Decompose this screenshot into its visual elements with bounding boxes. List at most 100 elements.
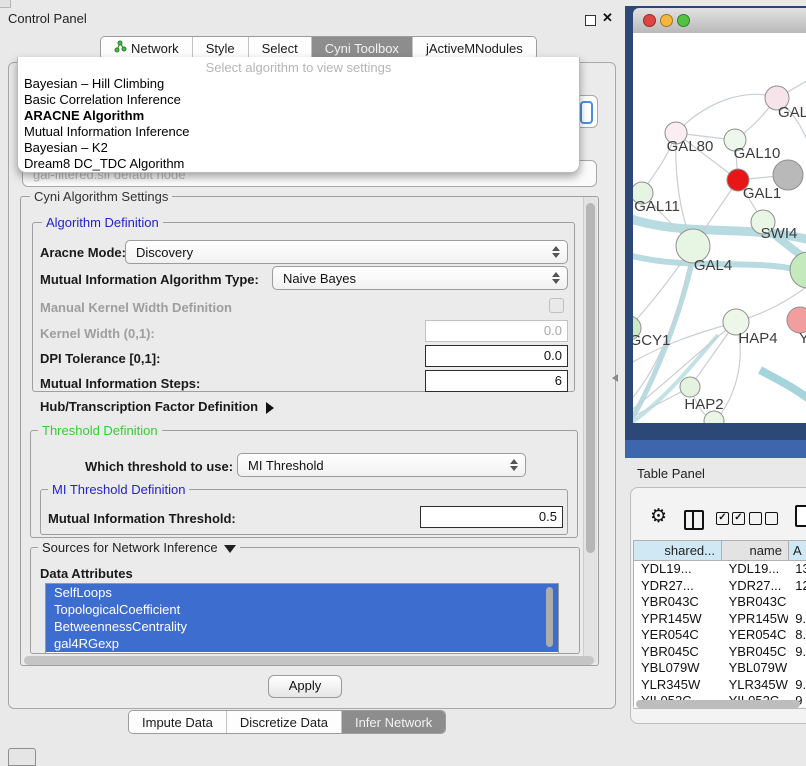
tab-label: Select — [262, 41, 298, 56]
tab-label: Cyni Toolbox — [325, 41, 399, 56]
table-row[interactable]: YPR145WYPR145W9. — [634, 611, 806, 628]
dropdown-item[interactable]: Bayesian – K2 — [18, 140, 579, 156]
tab-infer-network[interactable]: Infer Network — [342, 711, 445, 733]
network-node[interactable] — [790, 252, 806, 288]
column-header[interactable]: name — [721, 540, 788, 561]
settings-horizontal-scrollbar[interactable] — [24, 656, 594, 665]
table-row[interactable]: YER054CYER054C8. — [634, 627, 806, 644]
network-window-titlebar[interactable] — [633, 8, 806, 34]
inference-algorithm-combo-edge[interactable] — [577, 95, 598, 128]
close-icon[interactable]: ✕ — [602, 10, 613, 26]
table-row[interactable]: YDR27...YDR27...12 — [634, 578, 806, 595]
scrollbar-thumb[interactable] — [586, 203, 595, 553]
table-horizontal-scrollbar[interactable] — [636, 700, 800, 708]
node-table: shared...nameA YDL19...YDL19...13YDR27..… — [633, 540, 806, 707]
hub-definition-toggle[interactable]: Hub/Transcription Factor Definition — [40, 399, 274, 414]
table-header: shared...nameA — [633, 540, 806, 561]
bottom-left-widget[interactable] — [8, 748, 36, 766]
table-cell: YLR345W — [722, 677, 789, 694]
dropdown-item[interactable]: Dream8 DC_TDC Algorithm — [18, 156, 579, 172]
table-cell: YBL079W — [722, 660, 789, 677]
deselect-columns-icon[interactable] — [749, 512, 778, 525]
dropdown-placeholder: Select algorithm to view settings — [18, 59, 579, 76]
zoom-traffic-light-icon[interactable] — [677, 14, 690, 27]
table-cell: YER054C — [722, 627, 789, 644]
tab-style[interactable]: Style — [193, 37, 249, 59]
close-traffic-light-icon[interactable] — [643, 14, 656, 27]
focus-ring — [580, 101, 593, 124]
node-label: GAL4 — [694, 257, 732, 274]
table-cell — [788, 660, 806, 677]
table-cell: YDR27... — [722, 578, 789, 595]
split-columns-icon[interactable] — [684, 510, 704, 530]
tab-label: Impute Data — [142, 715, 213, 730]
control-panel-title: Control Panel — [8, 11, 87, 26]
tab-jactivemnodules[interactable]: jActiveMNodules — [413, 37, 536, 59]
dropdown-item[interactable]: Mutual Information Inference — [18, 124, 579, 140]
attributes-list-scrollbar[interactable] — [546, 587, 553, 647]
which-threshold-combo[interactable]: MI Threshold — [237, 453, 526, 477]
table-row[interactable]: YLR345WYLR345W9. — [634, 677, 806, 694]
node-label: GAL10 — [734, 145, 781, 162]
float-window-icon[interactable] — [585, 15, 596, 26]
attribute-item[interactable]: gal4RGexp — [46, 635, 558, 652]
table-cell: 9. — [788, 644, 806, 661]
table-cell: 12 — [788, 578, 806, 595]
tab-cyni-toolbox[interactable]: Cyni Toolbox — [312, 37, 413, 59]
node-label: GAL — [778, 104, 806, 121]
table-row[interactable]: YDL19...YDL19...13 — [634, 561, 806, 578]
mi-steps-label: Mutual Information Steps: — [40, 376, 200, 391]
attribute-item[interactable]: SelfLoops — [46, 584, 558, 601]
network-icon — [114, 40, 127, 56]
mi-threshold-field[interactable]: 0.5 — [420, 506, 563, 528]
table-row[interactable]: YBL079WYBL079W — [634, 660, 806, 677]
node-label: HAP4 — [738, 330, 777, 347]
data-attributes-list[interactable]: SelfLoopsTopologicalCoefficientBetweenne… — [45, 583, 559, 654]
table-row[interactable]: YBR043CYBR043C — [634, 594, 806, 611]
minimize-traffic-light-icon[interactable] — [660, 14, 673, 27]
mi-threshold-title: MI Threshold Definition — [48, 482, 189, 497]
column-header[interactable]: shared... — [633, 540, 721, 561]
tab-discretize-data[interactable]: Discretize Data — [227, 711, 342, 733]
dropdown-item[interactable]: Basic Correlation Inference — [18, 92, 579, 108]
aracne-mode-label: Aracne Mode: — [40, 245, 126, 260]
network-window-bottom-frame — [625, 440, 806, 458]
dropdown-item[interactable]: ARACNE Algorithm — [18, 108, 579, 124]
tab-impute-data[interactable]: Impute Data — [129, 711, 227, 733]
table-row[interactable]: YBR045CYBR045C9. — [634, 644, 806, 661]
select-columns-icon[interactable]: ✓✓ — [716, 512, 745, 525]
apply-button[interactable]: Apply — [268, 675, 342, 698]
network-view[interactable]: GALGAL80GAL10GAL1GAL11SWI4GAL4GCY1HAP4YH… — [633, 33, 806, 423]
attribute-item[interactable]: BetweennessCentrality — [46, 618, 558, 635]
mi-type-combo[interactable]: Naive Bayes — [272, 266, 568, 290]
table-cell — [788, 594, 806, 611]
hub-definition-label: Hub/Transcription Factor Definition — [40, 399, 258, 414]
aracne-mode-combo[interactable]: Discovery — [125, 240, 568, 264]
table-cell: YBR045C — [634, 644, 722, 661]
expand-arrow-icon[interactable] — [266, 402, 274, 414]
sources-title-row[interactable]: Sources for Network Inference — [38, 540, 240, 555]
collapse-arrow-icon[interactable] — [224, 545, 236, 553]
table-bottom-border — [633, 708, 806, 709]
kernel-width-field[interactable]: 0.0 — [425, 320, 568, 342]
attribute-item[interactable]: TopologicalCoefficient — [46, 601, 558, 618]
dropdown-item[interactable]: Bayesian – Hill Climbing — [18, 76, 579, 92]
document-icon[interactable] — [795, 505, 806, 527]
mi-type-value: Naive Bayes — [273, 271, 356, 286]
table-cell: YBL079W — [634, 660, 722, 677]
mi-steps-field[interactable]: 6 — [425, 370, 568, 392]
gear-icon[interactable]: ⚙ — [650, 507, 667, 527]
settings-vertical-scrollbar[interactable] — [583, 197, 597, 663]
dpi-tolerance-field[interactable]: 0.0 — [425, 345, 568, 367]
network-node-hap2[interactable] — [680, 377, 700, 397]
tab-select[interactable]: Select — [249, 37, 312, 59]
tab-network[interactable]: Network — [101, 37, 193, 59]
pane-divider-arrow-icon[interactable] — [612, 374, 618, 382]
manual-kernel-checkbox[interactable] — [549, 298, 564, 313]
algorithm-dropdown-list: Select algorithm to view settings Bayesi… — [17, 57, 580, 173]
tab-label: Infer Network — [355, 715, 432, 730]
column-header[interactable]: A — [788, 540, 806, 561]
network-canvas[interactable]: GALGAL80GAL10GAL1GAL11SWI4GAL4GCY1HAP4YH… — [633, 33, 806, 423]
table-body: YDL19...YDL19...13YDR27...YDR27...12YBR0… — [633, 561, 806, 707]
node-label: Y — [799, 330, 806, 347]
